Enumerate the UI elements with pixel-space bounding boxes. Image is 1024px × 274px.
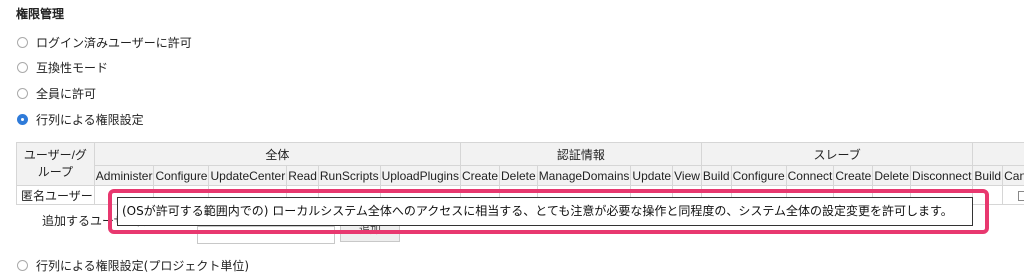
perm-header: Administer	[94, 166, 154, 186]
perm-header: UpdateCenter	[209, 166, 287, 186]
group-header-job	[973, 143, 1024, 166]
permission-checkbox-cell[interactable]	[1003, 186, 1024, 205]
radio-button[interactable]	[17, 88, 28, 99]
user-group-column-header: ユーザー/グループ	[17, 143, 95, 186]
perm-header: Cancel	[1003, 166, 1024, 186]
radio-label: 行列による権限設定(プロジェクト単位)	[36, 257, 249, 274]
perm-header: ManageDomains	[537, 166, 631, 186]
perm-header: Build	[973, 166, 1003, 186]
perm-header: Build	[701, 166, 731, 186]
perm-header: Disconnect	[911, 166, 973, 186]
perm-header: View	[673, 166, 702, 186]
radio-logged-in-users[interactable]: ログイン済みユーザーに許可	[17, 34, 192, 50]
radio-button[interactable]	[17, 260, 28, 271]
perm-header: Read	[287, 166, 319, 186]
anonymous-user-cell: 匿名ユーザー	[17, 186, 95, 205]
perm-header: Connect	[786, 166, 834, 186]
radio-button[interactable]	[17, 62, 28, 73]
highlight-box	[108, 189, 989, 234]
matrix-permission-header-row: Administer Configure UpdateCenter Read R…	[17, 166, 1024, 186]
page-title: 権限管理	[16, 5, 64, 22]
radio-project-matrix-auth[interactable]: 行列による権限設定(プロジェクト単位)	[17, 257, 249, 274]
radio-matrix-auth[interactable]: 行列による権限設定	[17, 111, 144, 127]
group-header-slave: スレーブ	[701, 143, 973, 166]
radio-label: 全員に許可	[36, 85, 96, 102]
matrix-group-header-row: ユーザー/グループ 全体 認証情報 スレーブ	[17, 143, 1024, 166]
perm-header: Delete	[500, 166, 538, 186]
perm-header: Configure	[731, 166, 786, 186]
permission-checkbox[interactable]	[1018, 191, 1024, 201]
perm-header: Configure	[154, 166, 209, 186]
radio-label: 行列による権限設定	[36, 111, 144, 128]
perm-header: Create	[834, 166, 873, 186]
radio-allow-everyone[interactable]: 全員に許可	[17, 85, 96, 101]
perm-header: Delete	[873, 166, 911, 186]
group-header-overall: 全体	[94, 143, 460, 166]
radio-legacy-mode[interactable]: 互換性モード	[17, 59, 108, 75]
radio-button-selected[interactable]	[17, 114, 28, 125]
perm-header: RunScripts	[318, 166, 380, 186]
radio-button[interactable]	[17, 37, 28, 48]
group-header-credentials: 認証情報	[460, 143, 701, 166]
perm-header: Create	[460, 166, 499, 186]
perm-header: Update	[631, 166, 673, 186]
perm-header: UploadPlugins	[380, 166, 460, 186]
radio-label: 互換性モード	[36, 59, 108, 76]
radio-label: ログイン済みユーザーに許可	[36, 34, 192, 51]
